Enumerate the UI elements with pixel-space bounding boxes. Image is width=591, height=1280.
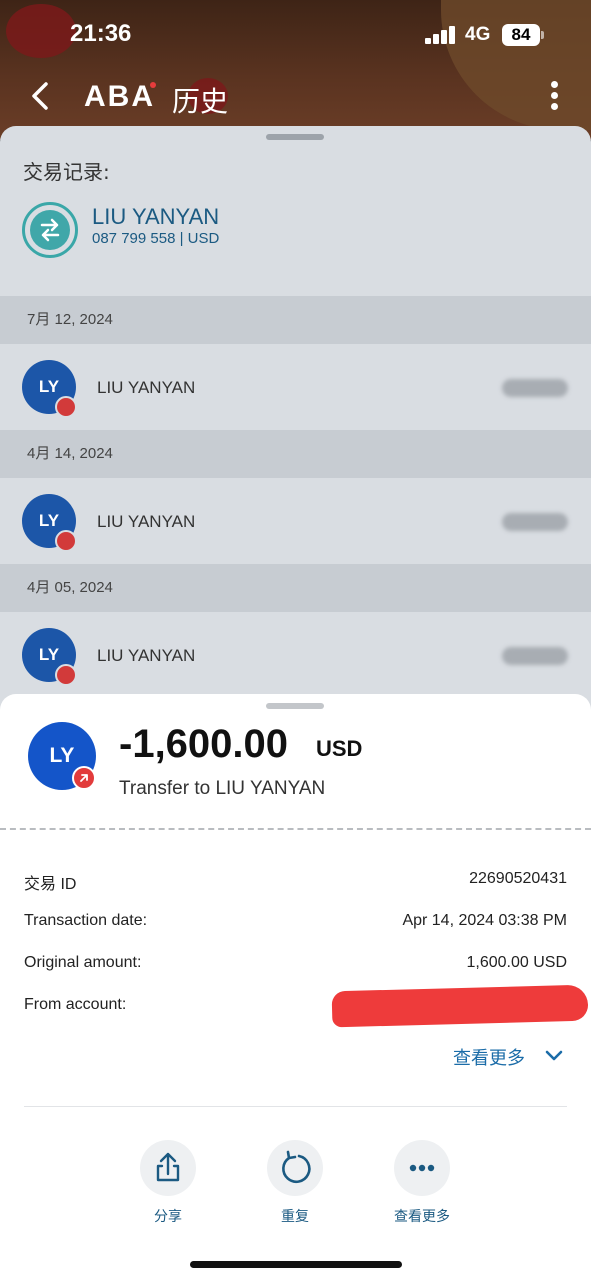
blurred-amount: [502, 647, 568, 665]
outgoing-arrow-icon: [55, 396, 77, 418]
detail-value-transaction-date: Apr 14, 2024 03:38 PM: [402, 912, 567, 929]
back-button[interactable]: [24, 78, 60, 114]
transaction-row[interactable]: LY LIU YANYAN: [0, 478, 591, 564]
swap-arrows-icon: [40, 218, 60, 242]
transfer-contact-icon: [22, 202, 78, 258]
nav-bar: ABA 历史: [0, 70, 591, 126]
date-header: 4月 14, 2024: [0, 430, 591, 478]
app-header-background: 21:36 4G 84 ABA 历史: [0, 0, 591, 140]
dot: [550, 92, 558, 99]
dashed-divider: [0, 828, 591, 830]
redaction-mark: [331, 984, 589, 1028]
more-vertical-button[interactable]: [540, 78, 568, 118]
history-sheet: 交易记录: LIU YANYAN 087 799 558 | USD 7月 12…: [0, 126, 591, 726]
status-time: 21:36: [70, 20, 132, 47]
contact-name: LIU YANYAN: [92, 204, 220, 229]
see-more-link[interactable]: 查看更多: [453, 1044, 525, 1070]
share-icon: [156, 1152, 180, 1182]
transaction-name: LIU YANYAN: [97, 646, 196, 665]
sheet-handle[interactable]: [266, 703, 324, 709]
page-title: 历史: [172, 85, 229, 118]
repeat-label: 重复: [281, 1209, 309, 1225]
more-actions-button[interactable]: 查看更多: [382, 1140, 462, 1226]
outgoing-arrow-icon: [55, 664, 77, 686]
detail-value-original-amount: 1,600.00 USD: [466, 954, 567, 971]
transaction-row[interactable]: LY LIU YANYAN: [0, 344, 591, 430]
battery-icon: 84: [502, 24, 540, 46]
outgoing-arrow-icon: [72, 766, 96, 790]
chevron-down-icon[interactable]: [544, 1046, 564, 1066]
home-indicator[interactable]: [190, 1261, 402, 1268]
detail-label-transaction-date: Transaction date:: [24, 912, 148, 929]
transaction-name: LIU YANYAN: [97, 378, 196, 397]
repeat-icon: [282, 1150, 311, 1184]
history-label: 交易记录:: [23, 160, 110, 184]
detail-label-transaction-id: 交易 ID: [24, 876, 77, 893]
blurred-amount: [502, 513, 568, 531]
date-header: 7月 12, 2024: [0, 296, 591, 344]
transaction-amount: -1,600.00: [119, 722, 289, 766]
outgoing-arrow-icon: [55, 530, 77, 552]
detail-label-from-account: From account:: [24, 996, 127, 1013]
divider: [24, 1106, 567, 1107]
amount-currency: USD: [316, 736, 363, 761]
more-horizontal-icon: [409, 1164, 435, 1172]
signal-icon: [425, 26, 457, 44]
detail-value-transaction-id: 22690520431: [469, 870, 567, 887]
logo-accent-dot: [150, 82, 156, 88]
network-type: 4G: [465, 24, 491, 45]
repeat-button[interactable]: 重复: [255, 1140, 335, 1226]
more-actions-label: 查看更多: [394, 1209, 450, 1225]
detail-label-original-amount: Original amount:: [24, 954, 142, 971]
date-header: 4月 05, 2024: [0, 564, 591, 612]
contact-account: 087 799 558 | USD: [92, 230, 220, 247]
status-bar: 21:36 4G 84: [0, 0, 591, 70]
sheet-handle[interactable]: [266, 134, 324, 140]
dot: [550, 81, 558, 88]
transaction-detail-sheet: LY -1,600.00 USD Transfer to LIU YANYAN …: [0, 694, 591, 1280]
share-label: 分享: [154, 1209, 182, 1225]
aba-logo: ABA: [84, 80, 155, 113]
chevron-left-icon: [32, 82, 48, 110]
dot: [550, 103, 558, 110]
share-button[interactable]: 分享: [128, 1140, 208, 1226]
transaction-name: LIU YANYAN: [97, 512, 196, 531]
blurred-amount: [502, 379, 568, 397]
battery-tip: [541, 31, 544, 39]
transaction-description: Transfer to LIU YANYAN: [119, 778, 326, 799]
transaction-row[interactable]: LY LIU YANYAN: [0, 612, 591, 698]
